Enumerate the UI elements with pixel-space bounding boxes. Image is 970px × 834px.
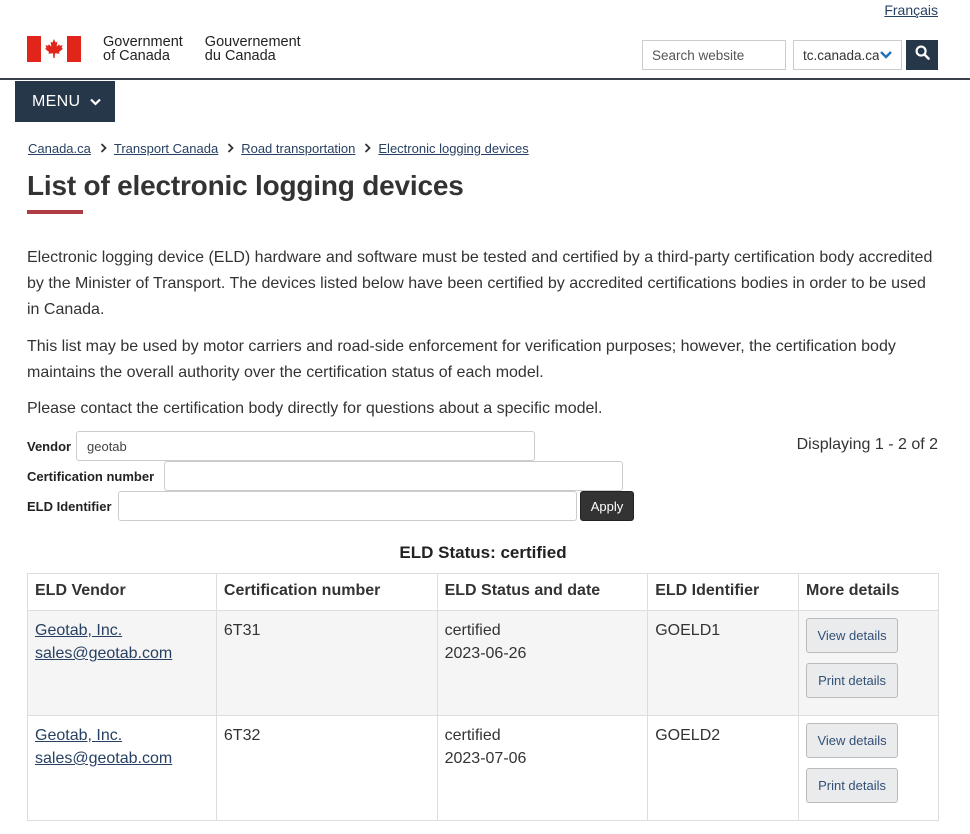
col-header-cert-number: Certification number [215,573,438,611]
chevron-right-icon [364,141,372,156]
search-input[interactable]: Search website [642,40,786,70]
vendor-input[interactable]: geotab [76,431,535,461]
col-header-eld-identifier: ELD Identifier [647,573,800,611]
print-details-button[interactable]: Print details [806,663,899,698]
breadcrumb: Canada.ca Transport Canada Road transpor… [28,141,529,156]
menu-label: MENU [32,92,81,110]
usage-paragraph: This list may be used by motor carriers … [27,338,896,381]
menu-button[interactable]: MENU [15,81,115,122]
cert-number-cell: 6T31 [215,610,438,716]
header-divider [0,78,970,80]
intro-paragraph: Electronic logging device (ELD) hardware… [27,249,933,318]
eld-identifier-label: ELD Identifier [27,499,112,514]
vendor-label: Vendor [27,439,72,454]
chevron-right-icon [227,141,234,156]
col-header-vendor: ELD Vendor [27,573,217,611]
status-date: 2023-06-26 [444,645,527,662]
search-icon [915,45,930,65]
language-toggle-link[interactable]: Français [884,2,938,18]
view-details-button[interactable]: View details [806,723,899,758]
title-underline [27,210,83,214]
status-date-cell: certified 2023-07-06 [436,715,649,821]
fip-fr-line2: du Canada [204,48,276,64]
chevron-right-icon [100,141,107,156]
status-text: certified [444,727,501,744]
chevron-down-icon [880,48,892,63]
government-signature[interactable]: Government of Canada Gouvernement du Can… [27,35,301,63]
breadcrumb-link-transport[interactable]: Transport Canada [114,141,218,156]
vendor-link[interactable]: Geotab, Inc. [35,619,209,642]
contact-paragraph: Please contact the certification body di… [27,400,603,417]
search-button[interactable] [906,40,938,70]
col-header-more-details: More details [798,573,939,611]
apply-button[interactable]: Apply [580,491,634,521]
status-date: 2023-07-06 [444,750,527,767]
breadcrumb-link-canada[interactable]: Canada.ca [28,141,91,156]
table-row: Geotab, Inc. sales@geotab.com 6T31 certi… [27,610,939,716]
table-header-row: ELD Vendor Certification number ELD Stat… [27,573,939,611]
cert-number-label: Certification number [27,469,155,484]
fip-en-line2: of Canada [103,48,170,64]
col-header-status-date: ELD Status and date [436,573,649,611]
vendor-link[interactable]: Geotab, Inc. [35,724,209,747]
table-caption: ELD Status: certified [399,543,567,562]
search-scope-select[interactable]: tc.canada.ca [793,40,902,70]
cert-number-input[interactable] [164,461,623,491]
cert-number-cell: 6T32 [215,715,438,821]
results-count: Displaying 1 - 2 of 2 [796,436,938,453]
fip-en-line1: Government [103,34,183,50]
eld-table: ELD Vendor Certification number ELD Stat… [27,573,939,821]
more-details-cell: View details Print details [798,715,939,821]
status-text: certified [444,622,501,639]
table-row: Geotab, Inc. sales@geotab.com 6T32 certi… [27,715,939,821]
view-details-button[interactable]: View details [806,618,899,653]
breadcrumb-link-eld[interactable]: Electronic logging devices [378,141,528,156]
vendor-cell: Geotab, Inc. sales@geotab.com [27,610,217,716]
fip-fr-line1: Gouvernement [204,34,301,50]
vendor-email-link[interactable]: sales@geotab.com [35,642,209,665]
eld-identifier-input[interactable] [118,491,577,521]
print-details-button[interactable]: Print details [806,768,899,803]
eld-identifier-cell: GOELD2 [647,715,800,821]
canada-flag-icon [27,36,81,62]
search-scope-value: tc.canada.ca [803,47,879,63]
fip-english: Government of Canada [103,34,183,64]
eld-identifier-cell: GOELD1 [647,610,800,716]
vendor-cell: Geotab, Inc. sales@geotab.com [27,715,217,821]
more-details-cell: View details Print details [798,610,939,716]
vendor-email-link[interactable]: sales@geotab.com [35,747,209,770]
breadcrumb-link-road[interactable]: Road transportation [241,141,355,156]
chevron-down-icon [90,93,102,111]
fip-french: Gouvernement du Canada [204,34,301,64]
status-date-cell: certified 2023-06-26 [436,610,649,716]
page-title: List of electronic logging devices [27,170,464,201]
